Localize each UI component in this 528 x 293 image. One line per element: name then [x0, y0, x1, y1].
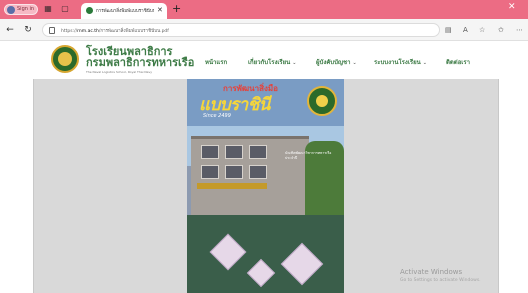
more-menu-icon[interactable]: ⋯	[516, 25, 523, 35]
site-tagline: The Naval Logistics School, Royal Thai N…	[86, 70, 152, 74]
immersive-reader-icon[interactable]: ▤	[445, 25, 452, 35]
activate-windows-subtitle: Go to Settings to activate Windows.	[400, 278, 481, 283]
back-icon[interactable]: ←	[4, 24, 16, 36]
tab-title: การพัฒนาสิ่งพิมพ์แบบราชินีบน	[96, 9, 154, 14]
cover-window	[249, 145, 267, 159]
chevron-down-icon: ⌄	[292, 60, 297, 66]
menu-item-commanders[interactable]: ผู้บังคับบัญชา ⌄	[316, 57, 357, 67]
refresh-icon[interactable]: ↻	[22, 24, 34, 36]
avatar	[7, 6, 15, 14]
cover-window	[201, 145, 219, 159]
site-header: โรงเรียนพลาธิการ กรมพลาธิการทหารเรือ The…	[0, 41, 528, 79]
cover-window	[225, 145, 243, 159]
tab-close-icon[interactable]: ✕	[157, 6, 163, 14]
url-text: https://rnm.ac.th/การพัฒนาสิ่งพิมพ์แบบรา…	[61, 29, 169, 34]
cover-since: Since 2499	[203, 113, 231, 119]
cover-window	[201, 165, 219, 179]
lock-icon	[49, 27, 55, 34]
cover-emblem-icon	[307, 86, 337, 116]
chevron-down-icon: ⌄	[422, 60, 427, 66]
profile-button[interactable]: Sign in	[4, 4, 38, 15]
tab-actions-icon[interactable]: ▢	[60, 4, 70, 14]
menu-item-school-systems[interactable]: ระบบงานโรงเรียน ⌄	[374, 57, 427, 67]
department-name: กรมพลาธิการทหารเรือ	[86, 56, 195, 69]
chevron-down-icon: ⌄	[352, 60, 357, 66]
new-tab-button[interactable]: +	[172, 3, 181, 15]
browser-tab-bar: Sign in ▦ ▢ การพัฒนาสิ่งพิมพ์แบบราชินีบน…	[0, 0, 528, 19]
read-aloud-icon[interactable]: A	[463, 25, 468, 35]
site-favicon-icon	[86, 7, 93, 14]
url-input[interactable]: https://rnm.ac.th/การพัฒนาสิ่งพิมพ์แบบรา…	[42, 23, 440, 37]
menu-item-home[interactable]: หน้าแรก	[205, 57, 227, 67]
school-logo[interactable]	[51, 45, 79, 73]
menu-item-contact[interactable]: ติดต่อเรา	[446, 57, 470, 67]
workspaces-icon[interactable]: ▦	[43, 4, 53, 14]
browser-tab[interactable]: การพัฒนาสิ่งพิมพ์แบบราชินีบน ✕	[81, 3, 167, 19]
content-right-border	[498, 79, 499, 293]
booklet-cover-image[interactable]: การพัฒนาสิ่งมือ แบบราชินี Since 2499 บัณ…	[187, 79, 344, 293]
cover-side-text: บัณฑิตพัฒนาวิชาการทหารเรือ ประจำปี	[285, 151, 332, 160]
content-left-border	[33, 79, 34, 293]
favorite-star-icon[interactable]: ☆	[479, 25, 485, 35]
favorites-icon[interactable]: ✩	[498, 25, 504, 35]
window-close-icon[interactable]: ✕	[508, 2, 516, 12]
activate-windows-title: Activate Windows	[400, 268, 463, 276]
cover-banner	[197, 183, 267, 189]
cover-window	[249, 165, 267, 179]
cover-window	[225, 165, 243, 179]
address-bar-row: ← ↻ https://rnm.ac.th/การพัฒนาสิ่งพิมพ์แ…	[0, 19, 528, 41]
profile-label: Sign in	[17, 6, 35, 12]
menu-item-about[interactable]: เกี่ยวกับโรงเรียน ⌄	[248, 57, 296, 67]
cover-roofline	[191, 136, 309, 139]
